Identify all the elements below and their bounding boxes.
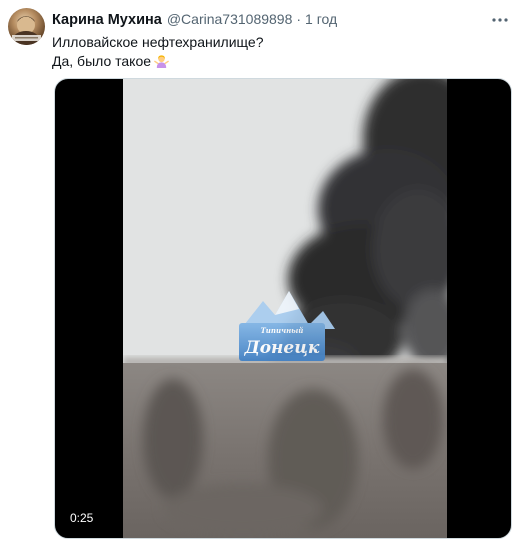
author-handle[interactable]: @Carina731089898 (167, 11, 293, 27)
tweet-text-line-1: Илловайское нефтехранилище? (52, 34, 264, 50)
tweet-text-line-2: Да, было такое (52, 52, 501, 71)
woman-shrugging-emoji (154, 55, 169, 68)
watermark-small-text: Типичный (261, 326, 304, 335)
more-dots-icon (492, 18, 508, 22)
tweet-text-line-2-text: Да, было такое (52, 53, 152, 69)
more-options-button[interactable] (489, 10, 511, 30)
avatar[interactable] (8, 8, 45, 45)
watermark-main-text: Донецк (244, 338, 320, 358)
separator-dot: · (296, 11, 302, 27)
tweet-card[interactable]: Карина Мухина @Carina731089898 · 1 год И… (0, 0, 521, 542)
tweet-timestamp[interactable]: 1 год (305, 11, 337, 27)
tweet-header: Карина Мухина @Carina731089898 · 1 год (52, 11, 481, 31)
tweet-text: Илловайское нефтехранилище? Да, было так… (52, 33, 501, 71)
video-player[interactable]: Типичный Донецк 0:25 (54, 78, 512, 539)
video-thumbnail: Типичный Донецк (123, 79, 447, 538)
author-display-name[interactable]: Карина Мухина (52, 12, 162, 28)
video-duration: 0:25 (70, 511, 94, 525)
video-frame[interactable]: Типичный Донецк (123, 79, 447, 538)
avatar-image (12, 16, 41, 45)
